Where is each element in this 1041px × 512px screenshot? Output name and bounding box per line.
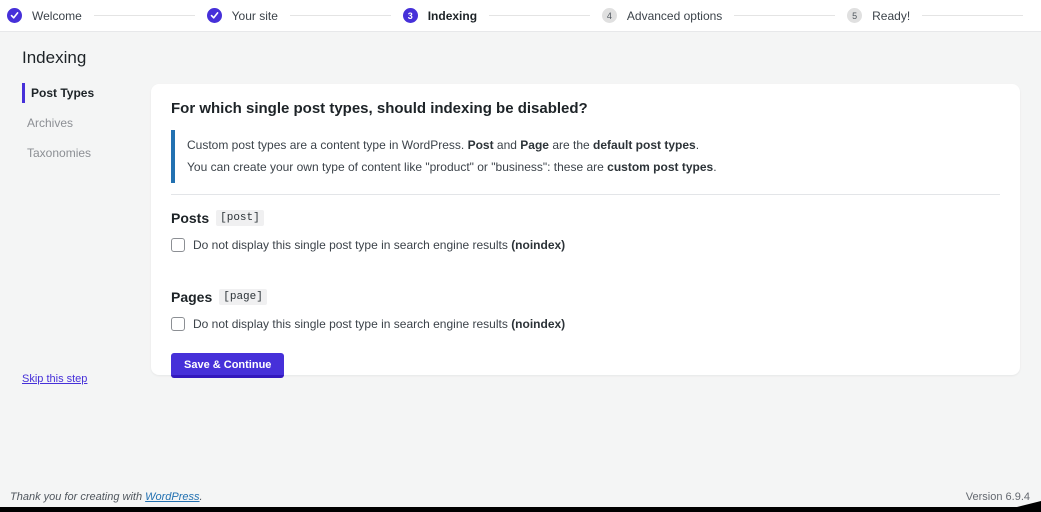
step-ready[interactable]: 5 Ready! xyxy=(847,8,910,23)
sidebar-item-post-types[interactable]: Post Types xyxy=(22,83,142,103)
panel-question-heading: For which single post types, should inde… xyxy=(171,100,588,117)
step-number-badge: 5 xyxy=(847,8,863,23)
step-your-site[interactable]: Your site xyxy=(206,8,278,23)
notice-line: You can create your own type of content … xyxy=(187,160,717,174)
footer-thanks-text: Thank you for creating with WordPress. xyxy=(10,491,203,503)
step-connector xyxy=(734,15,836,16)
post-types-panel: For which single post types, should inde… xyxy=(151,84,1020,378)
step-label: Indexing xyxy=(427,8,478,23)
page-title: Indexing xyxy=(22,48,87,67)
step-connector xyxy=(922,15,1023,16)
notice-line: Custom post types are a content type in … xyxy=(187,138,700,152)
step-label: Your site xyxy=(231,8,278,23)
noindex-checkbox-label: Do not display this single post type in … xyxy=(193,238,566,252)
settings-sidebar: Post Types Archives Taxonomies xyxy=(22,83,142,173)
wordpress-link[interactable]: WordPress xyxy=(145,491,199,503)
step-indexing[interactable]: 3 Indexing xyxy=(402,8,478,23)
noindex-checkbox-posts[interactable] xyxy=(171,238,185,252)
step-connector xyxy=(93,15,195,16)
step-number-badge: 3 xyxy=(402,8,418,23)
post-type-name: Pages xyxy=(171,289,213,305)
skip-step-link[interactable]: Skip this step xyxy=(22,373,87,385)
step-advanced-options[interactable]: 4 Advanced options xyxy=(601,8,723,23)
check-icon xyxy=(206,8,222,23)
step-connector xyxy=(489,15,590,16)
setup-wizard-stepper: Welcome Your site 3 Indexing 4 Advanced … xyxy=(0,0,1041,32)
save-continue-button[interactable]: Save & Continue xyxy=(171,353,285,378)
footer-version-text: Version 6.9.4 xyxy=(965,491,1030,503)
step-label: Ready! xyxy=(872,8,911,23)
check-icon xyxy=(7,8,22,23)
noindex-row-pages: Do not display this single post type in … xyxy=(171,317,1000,331)
screen-bottom-bar xyxy=(0,507,1041,512)
divider xyxy=(171,194,1000,195)
step-welcome[interactable]: Welcome xyxy=(7,8,82,23)
step-connector xyxy=(289,15,391,16)
info-notice: Custom post types are a content type in … xyxy=(171,130,1000,183)
noindex-checkbox-pages[interactable] xyxy=(171,317,185,331)
post-type-slug-badge: [post] xyxy=(216,210,264,226)
step-number-badge: 4 xyxy=(601,8,617,23)
sidebar-item-taxonomies[interactable]: Taxonomies xyxy=(22,143,142,163)
post-type-section-posts: Posts [post] Do not display this single … xyxy=(171,210,1000,252)
noindex-checkbox-label: Do not display this single post type in … xyxy=(193,317,566,331)
step-label: Advanced options xyxy=(626,8,723,23)
noindex-row-posts: Do not display this single post type in … xyxy=(171,238,1000,252)
step-label: Welcome xyxy=(32,8,82,23)
post-type-slug-badge: [page] xyxy=(219,289,267,305)
sidebar-item-archives[interactable]: Archives xyxy=(22,113,142,133)
post-type-name: Posts xyxy=(171,210,210,226)
post-type-section-pages: Pages [page] Do not display this single … xyxy=(171,289,1000,331)
